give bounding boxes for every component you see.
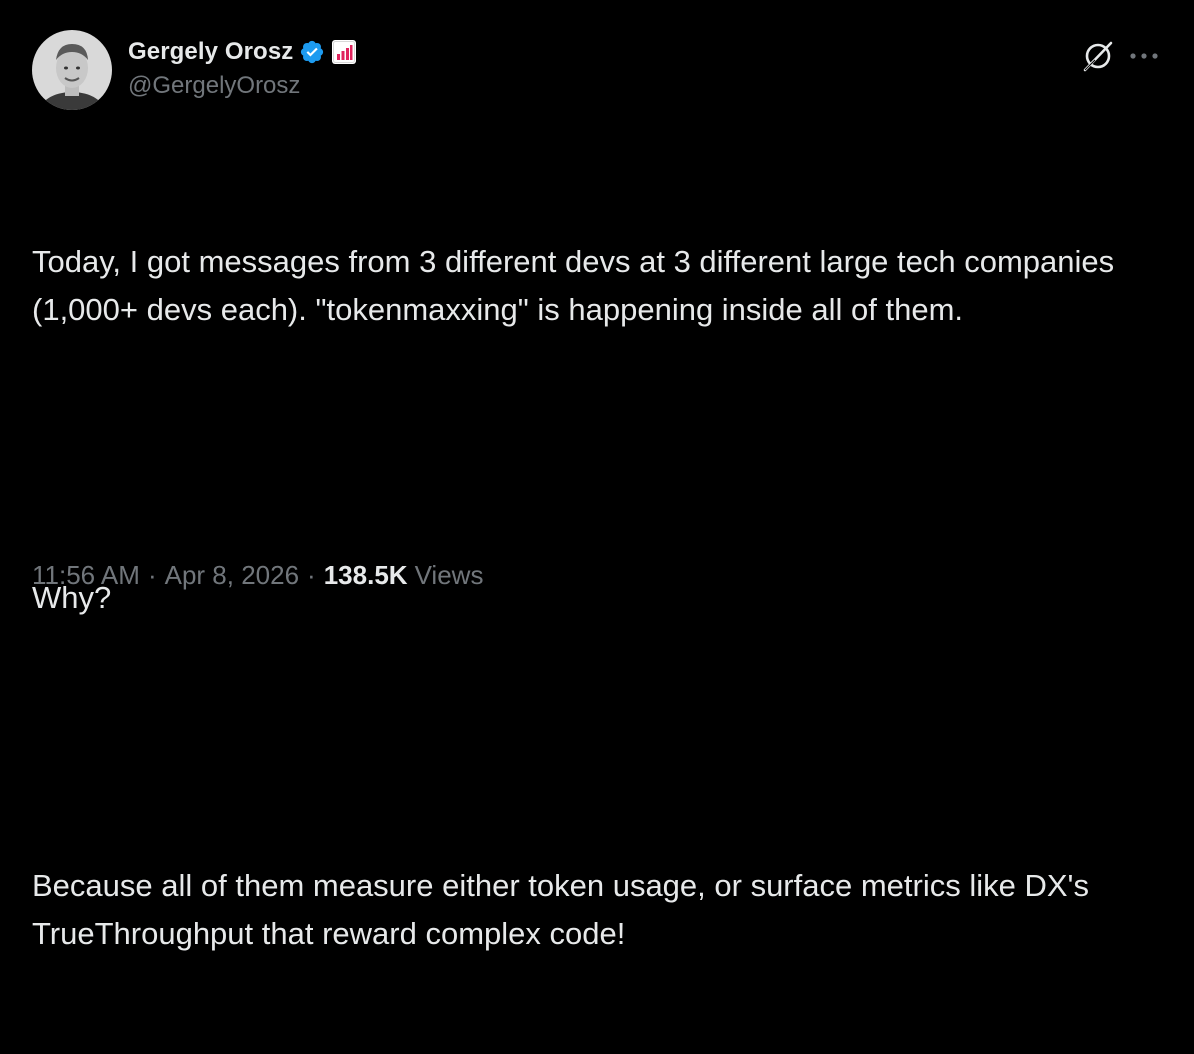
more-icon[interactable] — [1122, 36, 1166, 76]
handle[interactable]: @GergelyOrosz — [128, 72, 357, 100]
affiliation-badge-icon[interactable] — [331, 39, 357, 65]
tweet-paragraph-spacer: ​ — [32, 718, 1152, 766]
meta-separator: · — [147, 560, 157, 590]
tweet-paragraph: Because all of them measure either token… — [32, 868, 1098, 951]
post-date[interactable]: Apr 8, 2026 — [165, 560, 299, 591]
views-label: Views — [414, 560, 484, 590]
avatar[interactable] — [32, 30, 112, 110]
profile-photo-icon — [32, 30, 112, 110]
tweet: Gergely Orosz @GergelyOrosz Today, I got… — [0, 0, 1194, 951]
tweet-text: Today, I got messages from 3 different d… — [32, 142, 1152, 1054]
tweet-paragraph: Today, I got messages from 3 different d… — [32, 244, 1123, 327]
meta-separator: · — [307, 560, 316, 590]
views-count[interactable]: 138.5K — [324, 560, 408, 591]
verified-badge-icon[interactable] — [299, 39, 325, 65]
tweet-header: Gergely Orosz @GergelyOrosz — [32, 30, 357, 110]
name-row: Gergely Orosz — [128, 36, 357, 68]
display-name[interactable]: Gergely Orosz — [128, 38, 293, 66]
post-time[interactable]: 11:56 AM — [32, 560, 140, 591]
author-names: Gergely Orosz @GergelyOrosz — [128, 30, 357, 100]
grok-icon[interactable] — [1078, 36, 1118, 76]
tweet-paragraph-spacer: ​ — [32, 430, 1152, 478]
tweet-meta: 11:56 AM · Apr 8, 2026 · 138.5K Views — [32, 560, 483, 591]
top-actions — [1078, 36, 1166, 76]
